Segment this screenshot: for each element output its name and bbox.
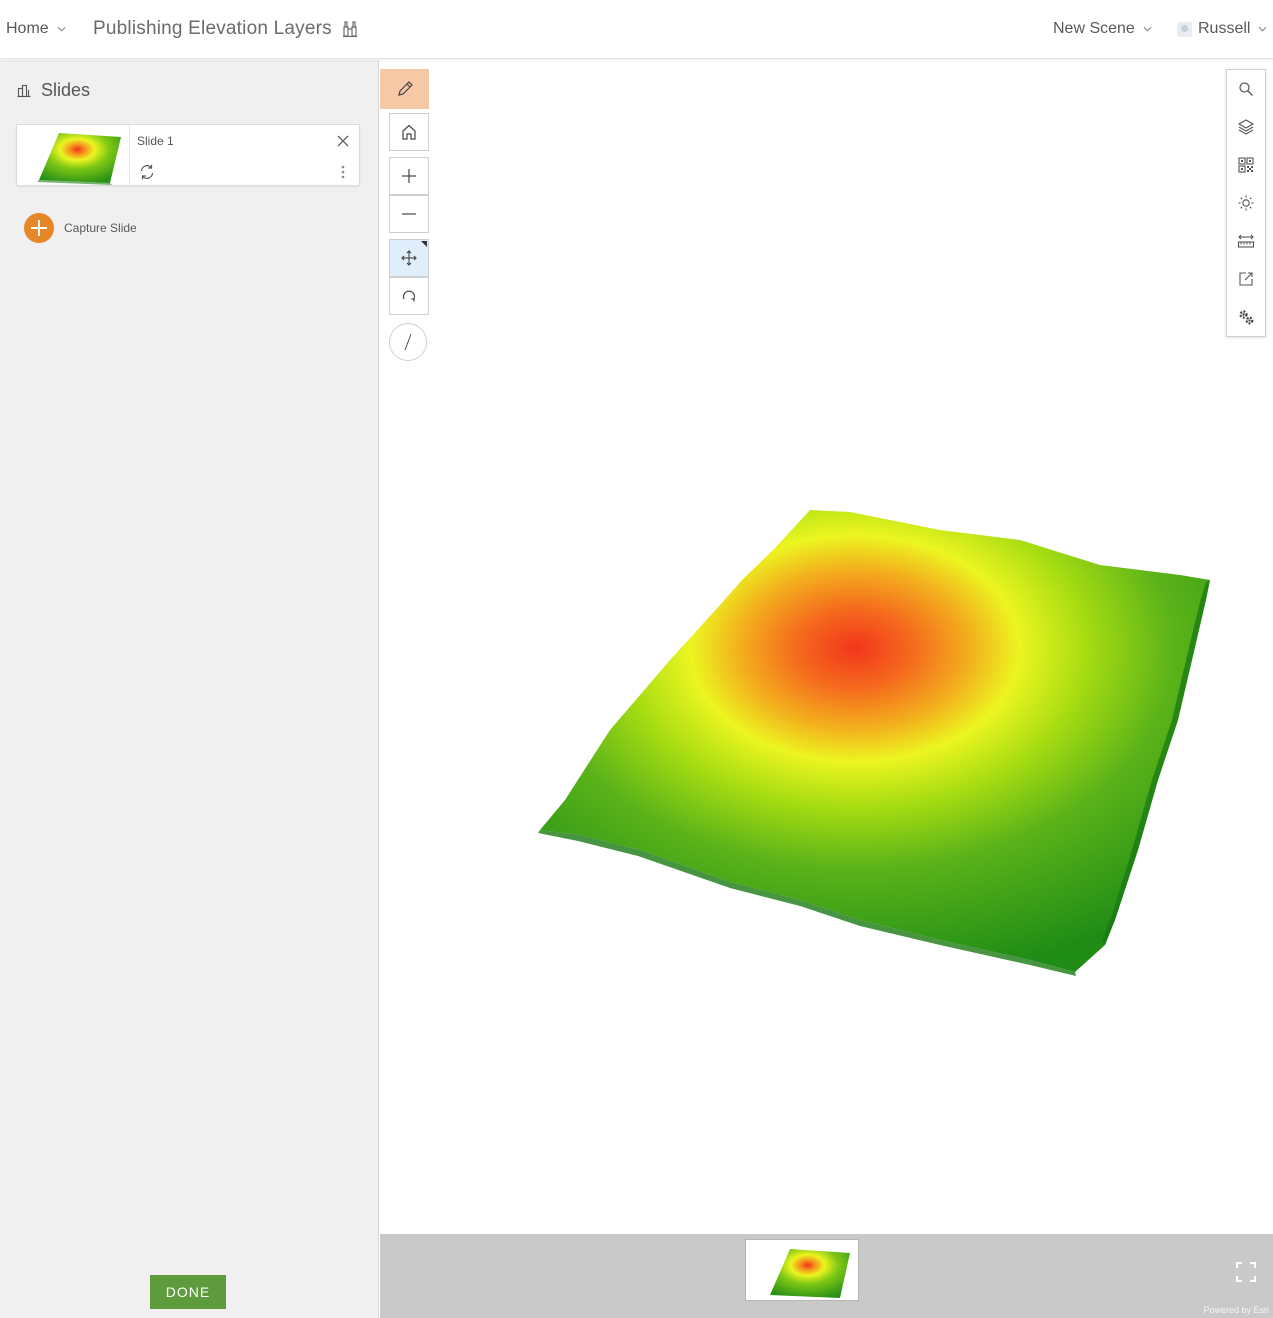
user-name: Russell — [1198, 20, 1251, 37]
rotate-icon — [402, 290, 416, 302]
pan-icon — [401, 250, 417, 266]
chevron-down-icon — [57, 26, 66, 32]
chevron-down-icon — [1143, 26, 1152, 32]
scene-title: Publishing Elevation Layers — [93, 18, 332, 39]
pencil-icon — [397, 81, 413, 96]
qr-grid-icon — [1238, 157, 1254, 173]
slide-thumbnail[interactable] — [17, 125, 130, 185]
compass-icon — [404, 333, 412, 351]
search-icon — [1239, 82, 1253, 96]
settings-icon — [1239, 310, 1254, 325]
widget-toolbar — [1226, 69, 1266, 337]
capture-slide-button[interactable]: Capture Slide — [24, 213, 137, 243]
home-menu[interactable]: Home — [6, 0, 66, 58]
new-scene-menu[interactable]: New Scene — [1053, 0, 1152, 58]
slide-card[interactable]: Slide 1 — [16, 124, 360, 186]
attribution: Powered by Esri — [1203, 1305, 1269, 1315]
scene-view[interactable] — [380, 60, 1273, 1234]
more-options-icon[interactable] — [338, 163, 348, 181]
zoom-in-button[interactable] — [389, 157, 429, 195]
zoom-out-button[interactable] — [389, 195, 429, 233]
plus-icon — [402, 169, 416, 183]
top-nav-bar: Home Publishing Elevation Layers New Sce… — [0, 0, 1273, 59]
slide-tray: Powered by Esri — [380, 1234, 1273, 1318]
capture-slide-label: Capture Slide — [64, 221, 137, 235]
chevron-down-icon — [1258, 26, 1267, 32]
share-icon — [1239, 272, 1253, 286]
home-icon — [402, 124, 416, 140]
settings-button[interactable] — [1227, 298, 1265, 336]
daylight-button[interactable] — [1227, 184, 1265, 222]
tool-options-indicator — [421, 241, 427, 247]
edit-scene-button[interactable] — [380, 69, 429, 109]
measure-icon — [1237, 234, 1255, 248]
slides-panel: Slides Slide 1 Capture Slide DONE — [0, 60, 379, 1318]
slides-panel-title: Slides — [17, 80, 90, 101]
slides-title: Slides — [41, 80, 91, 100]
avatar — [1177, 21, 1192, 37]
page-title: Publishing Elevation Layers — [93, 0, 358, 58]
slide-name[interactable]: Slide 1 — [137, 134, 174, 148]
plus-circle-icon — [24, 213, 54, 243]
new-scene-label: New Scene — [1053, 20, 1135, 37]
close-icon[interactable] — [335, 133, 351, 149]
basemap-gallery-button[interactable] — [1227, 146, 1265, 184]
binoculars-icon — [342, 21, 357, 38]
default-view-button[interactable] — [389, 113, 429, 151]
measure-button[interactable] — [1227, 222, 1265, 260]
search-button[interactable] — [1227, 70, 1265, 108]
compass-button[interactable] — [389, 323, 427, 361]
slide-thumbnail-image — [37, 133, 121, 185]
share-button[interactable] — [1227, 260, 1265, 298]
done-button[interactable]: DONE — [150, 1275, 226, 1309]
tray-slide-thumbnail[interactable] — [745, 1239, 859, 1301]
layers-icon — [1237, 119, 1255, 135]
minus-icon — [402, 213, 416, 215]
pan-button[interactable] — [389, 239, 429, 277]
user-menu[interactable]: Russell — [1177, 0, 1267, 58]
sun-icon — [1238, 195, 1254, 211]
home-label: Home — [6, 20, 49, 37]
fullscreen-icon[interactable] — [1234, 1260, 1258, 1284]
elevation-surface[interactable] — [380, 60, 1273, 1234]
layers-button[interactable] — [1227, 108, 1265, 146]
rotate-button[interactable] — [389, 277, 429, 315]
tray-slide-image — [770, 1249, 850, 1298]
refresh-icon[interactable] — [138, 163, 156, 181]
slides-icon — [17, 84, 31, 97]
